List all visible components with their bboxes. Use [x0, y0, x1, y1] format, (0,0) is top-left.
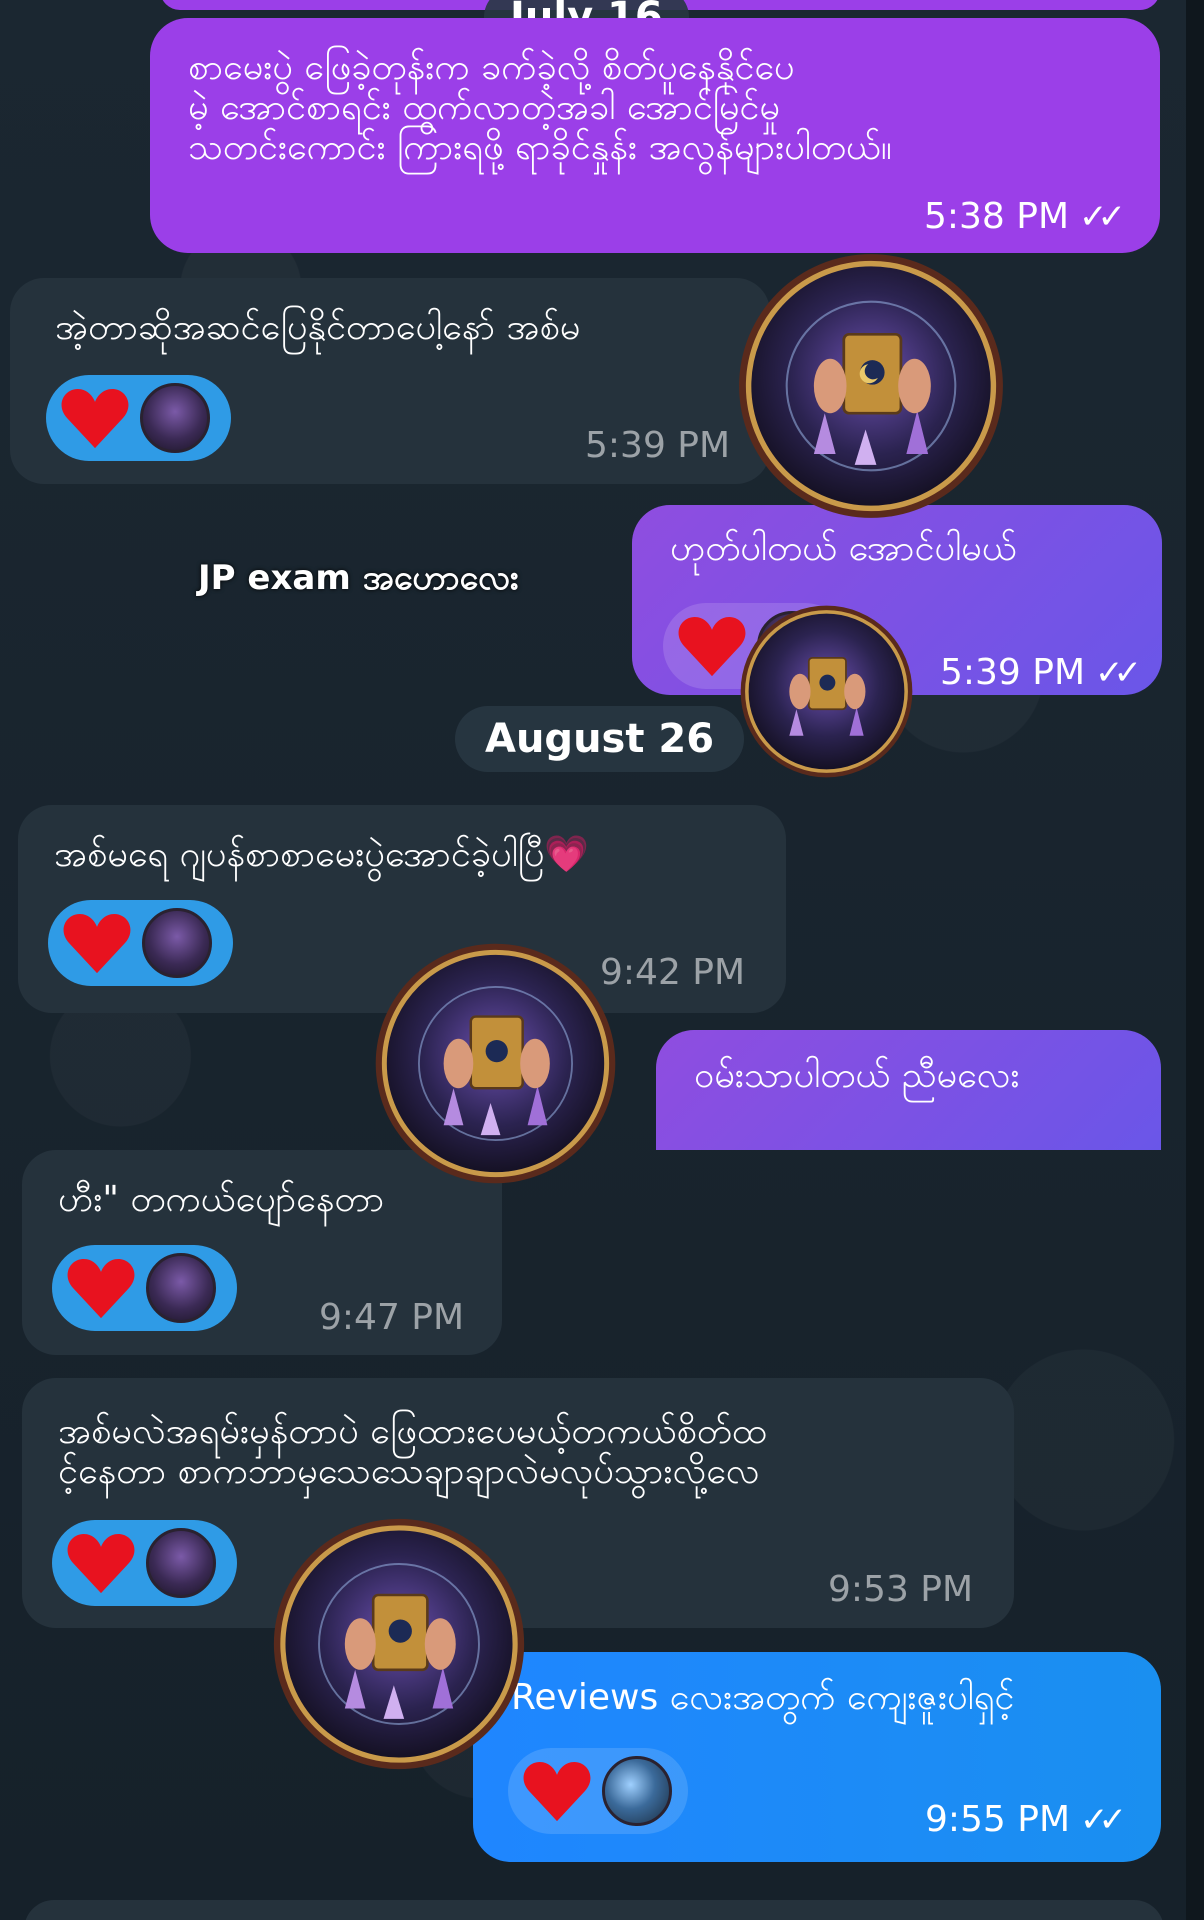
message-input-bar[interactable]: [24, 1900, 1164, 1920]
message-time: 9:47 PM: [319, 1297, 465, 1338]
message-time: 9:55 PM ✓✓: [924, 1799, 1127, 1841]
chat-background: July 16 စာမေးပွဲ ဖြေခဲ့တုန်းက ခက်ခဲ့လို့…: [0, 0, 1204, 1920]
heart-reaction[interactable]: [52, 1520, 237, 1606]
message-text: Reviews လေးအတွက် ကျေးဇူးပါရှင့်: [511, 1677, 1015, 1718]
tarot-logo-icon: [739, 254, 1003, 518]
heart-icon: [523, 1762, 591, 1822]
message-text: စာမေးပွဲ ဖြေခဲ့တုန်းက ခက်ခဲ့လို့ စိတ်ပူန…: [188, 47, 892, 168]
message-text: အစ်မရေ ဂျပန်စာစာမေးပွဲအောင်ခဲ့ပါပြီ💗: [54, 834, 590, 875]
read-checks-icon: ✓✓: [1079, 197, 1126, 237]
read-checks-icon: ✓✓: [1095, 653, 1142, 693]
heart-icon: [67, 1534, 135, 1594]
reactor-avatar: [140, 383, 210, 453]
date-separator-august: August 26: [455, 706, 745, 772]
tarot-logo-icon: [273, 1518, 525, 1770]
message-text: အစ်မလဲအရမ်းမှန်တာပဲ ဖြေထားပေမယ့်တကယ်စိတ်…: [58, 1411, 767, 1492]
message-text: အဲ့တာဆိုအဆင်ပြေနိုင်တာပေါ့နော် အစ်မ: [55, 307, 581, 348]
message-bubble-outgoing[interactable]: ဝမ်းသာပါတယ် ညီမလေး: [656, 1030, 1161, 1150]
tarot-logo-sticker: [738, 603, 915, 780]
message-time: 5:39 PM ✓✓: [939, 652, 1142, 694]
heart-icon: [678, 617, 746, 677]
reactor-avatar: [146, 1253, 216, 1323]
tarot-logo-sticker: [270, 1515, 528, 1773]
video-caption: JP exam အဟောလေး: [198, 558, 519, 598]
heart-reaction[interactable]: [48, 900, 233, 986]
message-time: 9:42 PM: [600, 952, 746, 993]
message-bubble-outgoing[interactable]: စာမေးပွဲ ဖြေခဲ့တုန်းက ခက်ခဲ့လို့ စိတ်ပူန…: [150, 18, 1160, 253]
message-time: 5:39 PM: [585, 425, 731, 466]
screen-edge: [1186, 0, 1204, 1920]
message-time: 9:53 PM: [828, 1569, 974, 1610]
message-text: ဟုတ်ပါတယ် အောင်ပါမယ်: [670, 528, 1017, 569]
read-checks-icon: ✓✓: [1080, 1800, 1127, 1840]
heart-reaction[interactable]: [46, 375, 231, 461]
message-time: 5:38 PM ✓✓: [923, 196, 1126, 238]
reactor-avatar: [602, 1756, 672, 1826]
heart-icon: [61, 389, 129, 449]
heart-icon: [63, 914, 131, 974]
heart-icon: [67, 1259, 135, 1319]
heart-reaction[interactable]: [508, 1748, 688, 1834]
reactor-avatar: [146, 1528, 216, 1598]
reactor-avatar: [142, 908, 212, 978]
tarot-logo-icon: [740, 605, 913, 778]
tarot-logo-icon: [375, 943, 616, 1184]
tarot-logo-sticker: [372, 940, 619, 1187]
heart-reaction[interactable]: [52, 1245, 237, 1331]
tarot-logo-sticker: [735, 250, 1007, 522]
message-text: ဝမ်းသာပါတယ် ညီမလေး: [694, 1055, 1020, 1096]
